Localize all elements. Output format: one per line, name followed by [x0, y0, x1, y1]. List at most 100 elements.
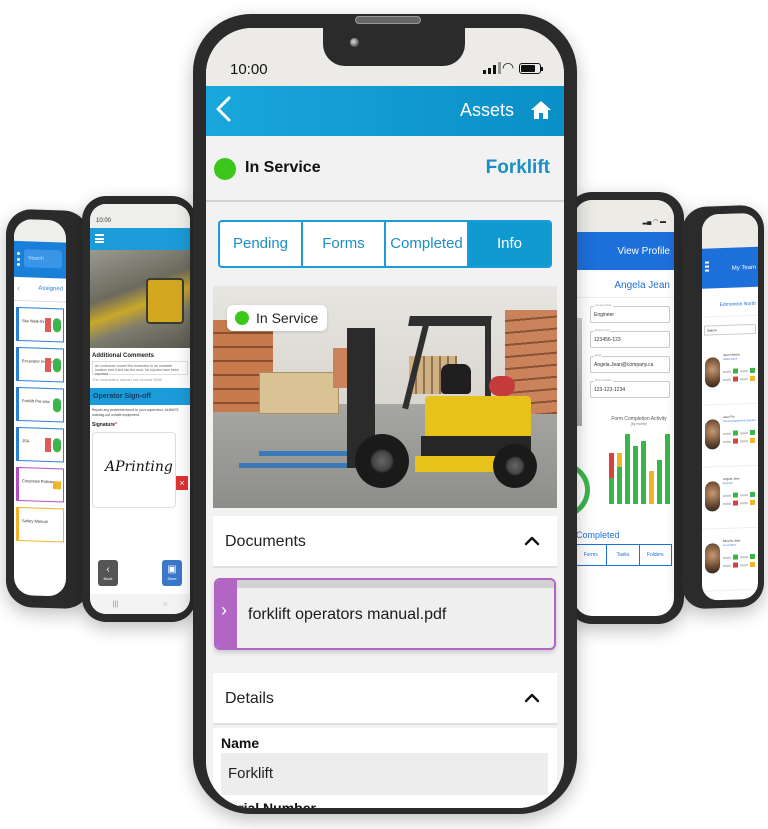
- card-title: Site Walk-thru: [22, 318, 47, 324]
- menu-icon[interactable]: [17, 251, 21, 267]
- phone-team: My Team Edmonton North Search Jean Marth…: [682, 204, 764, 610]
- name-field[interactable]: Forklift: [221, 753, 548, 795]
- menu-icon[interactable]: [95, 234, 104, 243]
- team-screen: My Team Edmonton North Search Jean Marth…: [702, 212, 758, 601]
- chevron-up-icon[interactable]: [523, 689, 541, 707]
- member-role: Accountant: [723, 543, 736, 547]
- chart-bar-may: [641, 441, 646, 504]
- profile-screen: ▂▄ ◠ ▬ View Profile Angela Jean Company …: [574, 200, 674, 616]
- subheader-title: Assigned: [38, 285, 63, 293]
- home-nav-icon[interactable]: ○: [163, 601, 167, 608]
- status-chips: [723, 553, 755, 568]
- chart-bar-jul: [657, 460, 662, 504]
- chart-segment-completed: [665, 434, 670, 504]
- clear-signature-icon[interactable]: ×: [176, 476, 188, 490]
- chart-bar-jun: [649, 470, 654, 504]
- play-icon[interactable]: [53, 438, 61, 453]
- floppy-icon: ▣: [167, 564, 177, 575]
- company-role-field[interactable]: Company Role Engineer: [590, 304, 670, 323]
- tab-tasks[interactable]: Tasks: [607, 545, 640, 565]
- chart-segment-late: [649, 470, 654, 504]
- status-chips: [723, 429, 755, 444]
- details-section-header[interactable]: Details: [213, 673, 557, 725]
- page-title: Assets: [459, 100, 514, 120]
- app-bar: [90, 228, 190, 250]
- tab-forms[interactable]: Forms: [303, 222, 386, 266]
- android-nav-bar: ||| ○: [90, 594, 190, 614]
- document-name: forklift operators manual.pdf: [248, 606, 447, 623]
- assignment-card[interactable]: Excavator Inspection: [16, 346, 64, 383]
- card-title: Corporate Policies: [22, 478, 55, 485]
- field-label: Phone Number: [594, 379, 613, 382]
- menu-icon[interactable]: [705, 261, 709, 272]
- pdf-icon: [45, 437, 51, 453]
- recent-apps-icon[interactable]: |||: [113, 601, 118, 608]
- member-role: Engineer: [723, 481, 734, 485]
- forklift-roof: [408, 316, 492, 326]
- assignment-card[interactable]: Corporate Policies: [16, 466, 64, 503]
- pdf-icon: [45, 357, 51, 373]
- chart-bar-apr: [633, 446, 638, 504]
- comments-textarea[interactable]: An contractor moved the excavator to an …: [92, 361, 188, 376]
- card-title: JSA: [22, 438, 30, 444]
- assignment-card[interactable]: Site Walk-thru: [16, 306, 64, 343]
- field-label: Company Role: [594, 304, 613, 307]
- status-time: 10:00: [90, 204, 190, 228]
- play-icon[interactable]: [53, 318, 61, 333]
- team-member[interactable]: Murphy Jean Accountant: [702, 527, 758, 592]
- tab-folders[interactable]: Folders: [640, 545, 671, 565]
- employee-id-field[interactable]: Employee ID 123456-123: [590, 329, 670, 348]
- status-badge: In Service: [227, 305, 328, 331]
- team-member[interactable]: Angela Jean Engineer: [702, 465, 758, 530]
- tab-completed[interactable]: Completed: [386, 222, 469, 266]
- chart-segment-completed: [609, 477, 614, 504]
- member-role: Terminal Equipment Operator: [723, 418, 756, 423]
- phone-number-field[interactable]: Phone Number 123-123-1234: [590, 379, 670, 398]
- required-mark: *: [115, 422, 118, 429]
- chart-segment-overdue: [609, 453, 614, 478]
- save-label: Save: [167, 576, 177, 581]
- search-input[interactable]: Search: [704, 323, 756, 336]
- avatar: [705, 419, 720, 450]
- member-role: Safety Agent: [723, 357, 738, 361]
- play-icon[interactable]: [53, 398, 61, 413]
- email-field[interactable]: Email Angela.Jean@company.ca: [590, 354, 670, 373]
- form-screen: 10:00 Additional Comments An contractor …: [90, 204, 190, 614]
- tab-forms[interactable]: Forms: [575, 545, 608, 565]
- home-icon[interactable]: [530, 99, 552, 121]
- team-subheader: Edmonton North: [702, 286, 758, 318]
- subheader: ‹ Assigned: [14, 276, 66, 303]
- chevron-left-icon[interactable]: ‹: [17, 283, 20, 293]
- status-bar: [702, 212, 758, 249]
- asset-name: Forklift: [485, 157, 550, 178]
- completed-heading: Completed: [576, 530, 620, 540]
- app-bar: Search: [14, 240, 66, 279]
- back-label: Back: [103, 576, 113, 581]
- chart-segment-late: [617, 453, 622, 468]
- assignment-card[interactable]: JSA: [16, 426, 64, 463]
- search-input[interactable]: Search: [24, 249, 62, 269]
- save-button[interactable]: ▣ Save: [162, 560, 182, 586]
- chevron-left-icon[interactable]: [214, 94, 244, 128]
- back-button[interactable]: ‹ Back: [98, 560, 118, 586]
- chart-segment-completed: [617, 467, 622, 504]
- signature-pad[interactable]: APrinting: [92, 432, 176, 509]
- assignment-card[interactable]: Safety Manual: [16, 506, 64, 543]
- field-value: Angela.Jean@company.ca: [594, 362, 654, 368]
- chart-subtitle: (by month): [630, 422, 648, 426]
- tab-info[interactable]: Info: [469, 222, 550, 266]
- status-bar: [14, 218, 66, 243]
- chevron-up-icon[interactable]: [523, 532, 541, 550]
- documents-section-header[interactable]: Documents: [213, 516, 557, 568]
- assignment-card[interactable]: Forklift Pre-Use: [16, 386, 64, 423]
- status-dot: [235, 311, 249, 325]
- document-item[interactable]: › forklift operators manual.pdf: [214, 578, 556, 650]
- team-member[interactable]: Jean Martha Safety Agent: [702, 341, 758, 406]
- app-bar: Assets: [206, 86, 564, 136]
- document-item-accent: ›: [216, 580, 237, 648]
- tab-pending[interactable]: Pending: [220, 222, 303, 266]
- signature-label: Signature*: [90, 420, 190, 430]
- play-icon[interactable]: [53, 358, 61, 373]
- char-limit-hint: The characters should not exceed 5000: [92, 377, 163, 382]
- team-member[interactable]: Jean Pio Terminal Equipment Operator: [702, 403, 758, 468]
